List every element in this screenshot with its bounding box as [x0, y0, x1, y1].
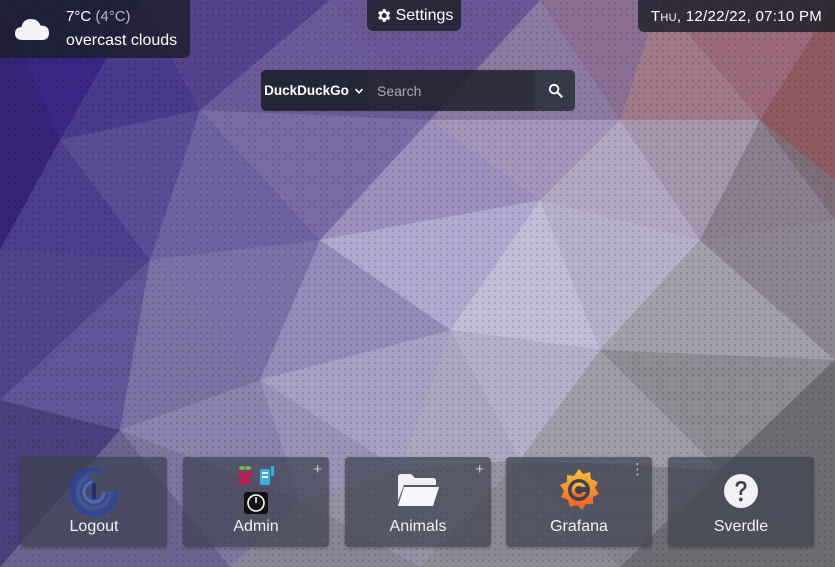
- datetime-display: Thu , 12/22/22, 07:10 PM: [638, 0, 835, 32]
- tile-logout[interactable]: Logout: [21, 457, 167, 547]
- weather-temperature: 7°C (4°C): [66, 8, 131, 25]
- logout-ring-icon: [70, 468, 118, 516]
- raspberry-pi-icon: [237, 466, 253, 485]
- tile-label: Logout: [69, 518, 119, 535]
- weather-description: overcast clouds: [66, 32, 178, 49]
- settings-button[interactable]: Settings: [367, 0, 461, 31]
- cloud-icon: [15, 19, 49, 40]
- search-engine-label: DuckDuckGo: [264, 83, 349, 98]
- add-icon[interactable]: +: [475, 462, 484, 477]
- tile-label: Sverdle: [713, 518, 769, 535]
- grafana-icon: [560, 469, 599, 510]
- question-icon: [724, 474, 758, 508]
- search-button[interactable]: [535, 70, 575, 111]
- search-bar: DuckDuckGo: [261, 70, 575, 111]
- tile-sverdle[interactable]: Sverdle: [668, 457, 814, 547]
- folder-icon: [398, 474, 439, 506]
- tile-label: Admin: [233, 518, 279, 535]
- search-input[interactable]: [367, 70, 535, 111]
- search-engine-dropdown[interactable]: DuckDuckGo: [261, 70, 367, 111]
- more-options-icon[interactable]: ⋮: [630, 462, 645, 477]
- datetime-rest: , 12/22/22, 07:10 PM: [676, 7, 823, 25]
- admin-apps-icon: [237, 466, 274, 514]
- add-icon[interactable]: +: [313, 462, 322, 477]
- weather-widget: 7°C (4°C) overcast clouds: [0, 0, 190, 58]
- tile-label: Animals: [389, 518, 447, 535]
- datetime-day: Thu: [650, 7, 677, 25]
- tile-grafana[interactable]: ⋮ Grafana: [506, 457, 652, 547]
- gauge-app-icon: [244, 492, 268, 514]
- settings-label: Settings: [395, 6, 454, 24]
- temperature-value: 7°C: [66, 8, 92, 25]
- chevron-down-icon: [354, 87, 363, 94]
- feels-like-value: (4°C): [95, 8, 131, 25]
- gear-icon: [377, 9, 390, 22]
- container-app-icon: [260, 466, 274, 485]
- tile-animals[interactable]: + Animals: [345, 457, 491, 547]
- search-icon: [548, 83, 563, 98]
- tile-admin[interactable]: + Admin: [183, 457, 329, 547]
- tile-label: Grafana: [550, 518, 608, 535]
